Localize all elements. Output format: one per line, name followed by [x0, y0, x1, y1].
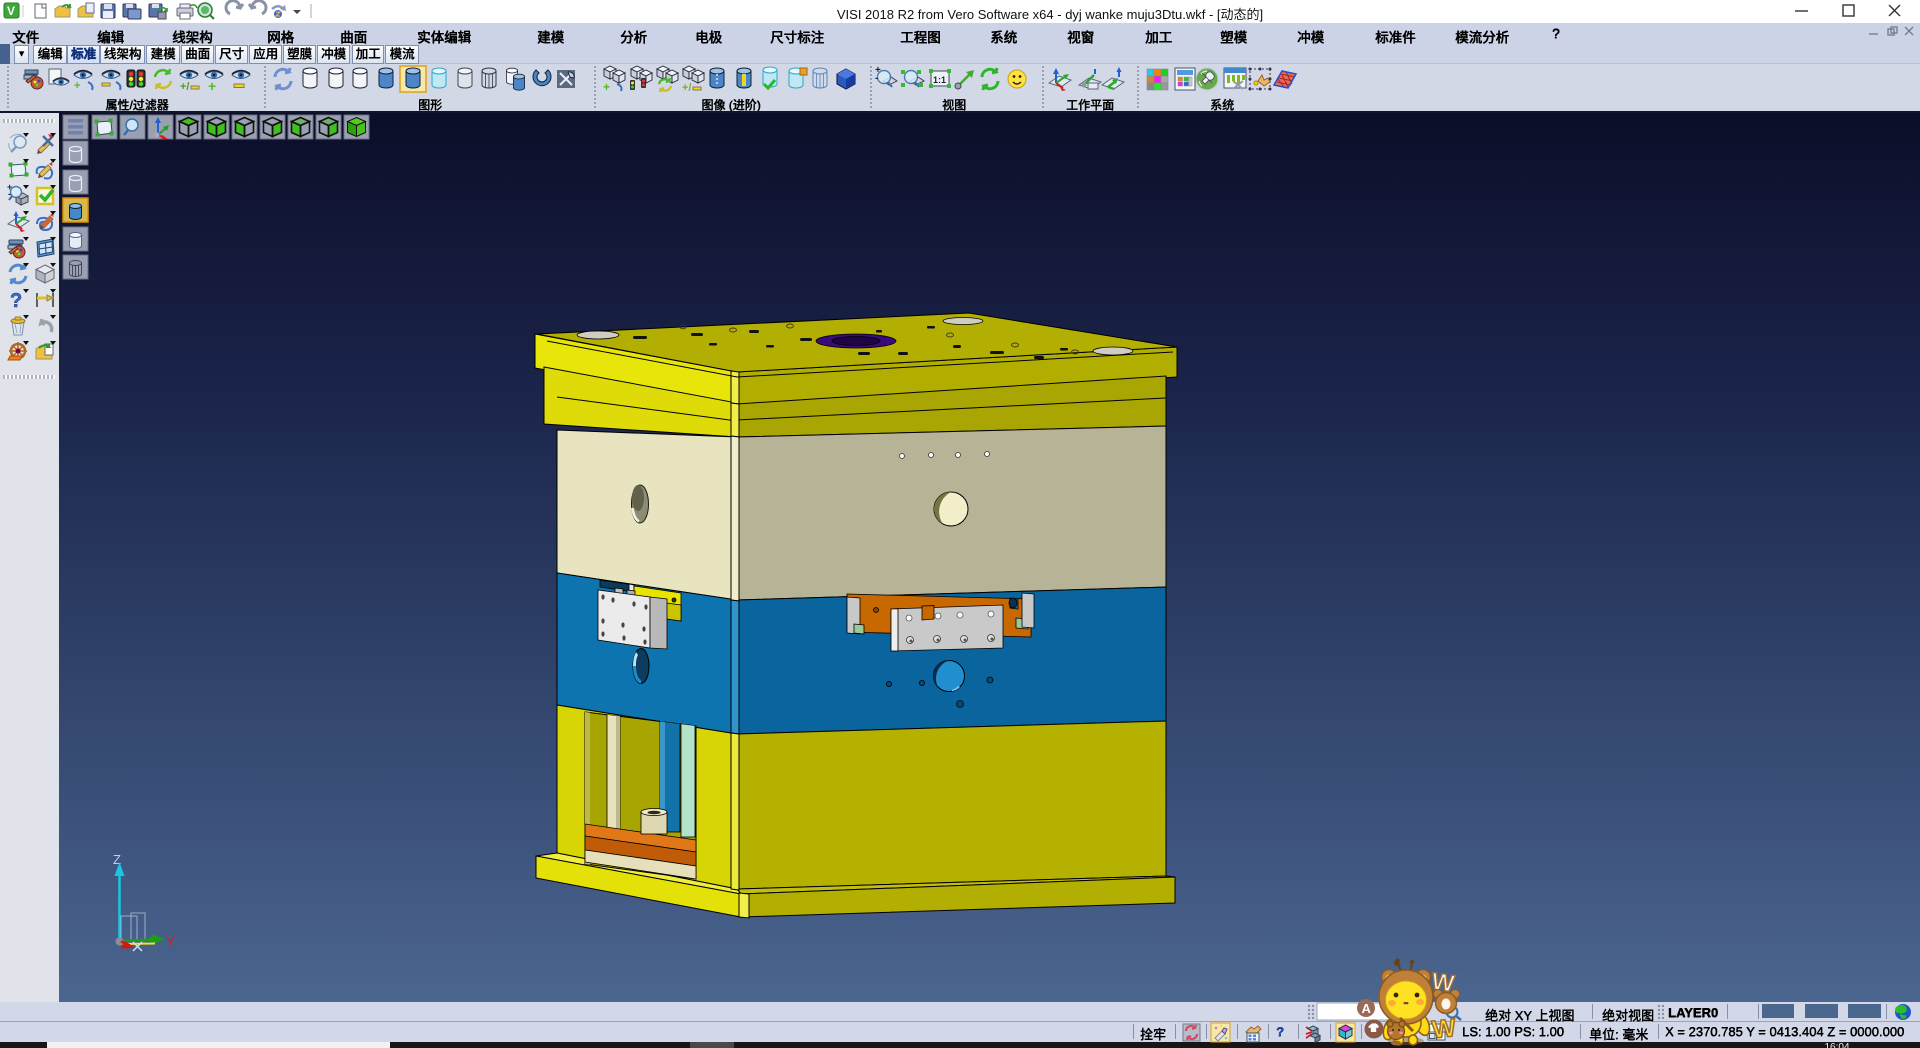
svg-text:+/: +/: [180, 81, 189, 93]
svg-text:V: V: [7, 4, 15, 18]
svg-text:+: +: [208, 78, 216, 94]
svg-text:-: -: [8, 189, 11, 199]
svg-text:+/: +/: [682, 82, 691, 94]
svg-text:A: A: [1362, 1001, 1372, 1016]
svg-text:+: +: [603, 80, 610, 94]
svg-text:Y: Y: [166, 933, 176, 949]
svg-text:+: +: [74, 80, 80, 92]
svg-text:-: -: [875, 73, 878, 84]
svg-text:?: ?: [10, 290, 22, 312]
svg-text:W: W: [1431, 1014, 1458, 1044]
svg-text:1:1: 1:1: [933, 75, 946, 85]
